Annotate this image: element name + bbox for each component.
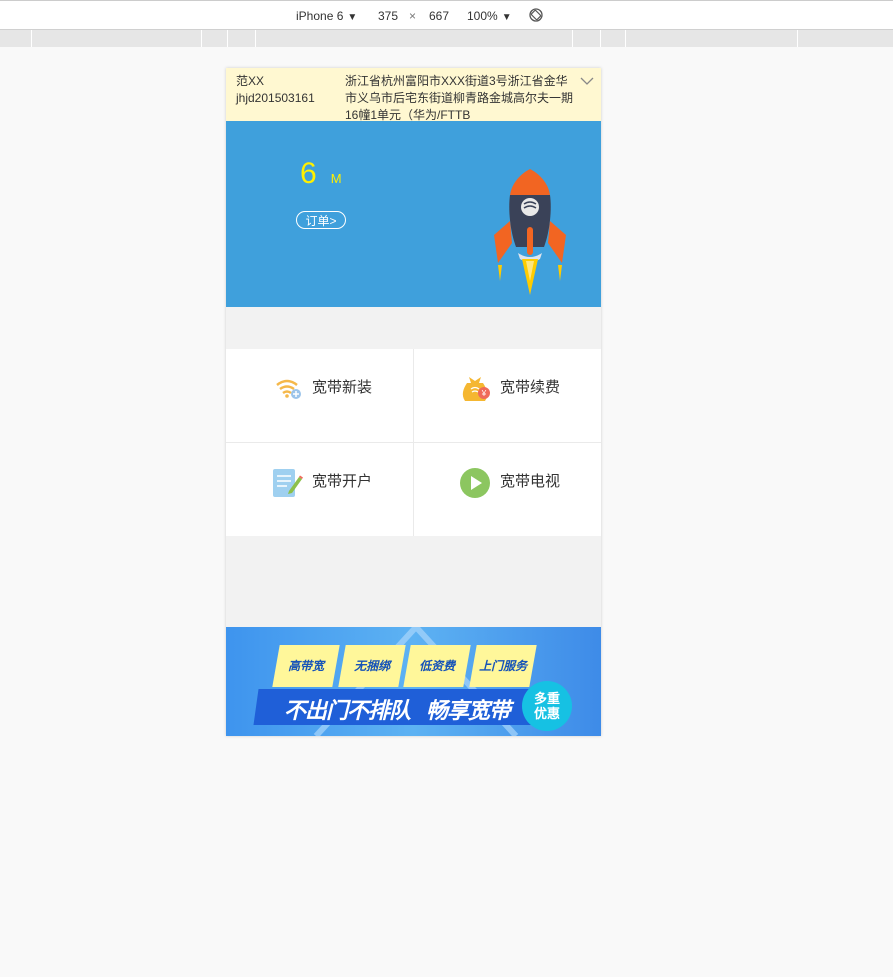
service-grid: 宽带新装 ¥ 宽带续费 宽带开户 宽带电视 [226, 349, 601, 536]
banner-slogan: 不出门不排队 [284, 698, 411, 723]
device-name: iPhone 6 [296, 9, 344, 23]
order-button[interactable]: 订单> [296, 211, 346, 229]
account-address: 浙江省杭州富阳市XXX街道3号浙江省金华市义乌市后宅东街道柳青路金城高尔夫一期1… [345, 74, 574, 122]
service-new-install[interactable]: 宽带新装 [226, 349, 413, 442]
rocket-icon [494, 169, 566, 295]
speed-value: 6 [300, 157, 317, 190]
service-label: 宽带电视 [500, 473, 561, 490]
svg-text:¥: ¥ [481, 389, 487, 398]
dimension-separator: × [409, 9, 417, 23]
service-label: 宽带开户 [312, 473, 373, 490]
device-select[interactable]: iPhone 6 ▼ [296, 8, 357, 26]
service-tv[interactable]: 宽带电视 [414, 443, 601, 536]
height-input[interactable]: 667 [429, 8, 449, 24]
banner-tag: 上门服务 [469, 645, 537, 687]
money-bag-icon: ¥ [462, 377, 490, 401]
account-id: jhjd201503161 [236, 91, 315, 105]
service-renewal[interactable]: ¥ 宽带续费 [414, 349, 601, 442]
account-info: 范XX jhjd201503161 [236, 73, 315, 107]
chevron-right-icon: > [329, 214, 337, 228]
zoom-value: 100% [467, 9, 498, 23]
account-bar[interactable]: 范XX jhjd201503161 浙江省杭州富阳市XXX街道3号浙江省金华市义… [226, 68, 601, 122]
zoom-select[interactable]: 100% ▼ [467, 8, 512, 26]
caret-down-icon: ▼ [501, 12, 512, 23]
speed-unit: M [330, 171, 342, 186]
form-edit-icon [273, 469, 303, 497]
speed-display: 6M [300, 157, 342, 191]
chevron-down-icon[interactable] [580, 76, 594, 86]
media-query-ruler [0, 30, 893, 47]
service-label: 宽带续费 [500, 379, 561, 396]
wifi-icon [276, 379, 301, 399]
service-open-account[interactable]: 宽带开户 [226, 443, 413, 536]
account-name: 范XX [236, 74, 265, 88]
order-label: 订单 [305, 214, 330, 228]
discount-badge: 多重 优惠 [522, 681, 572, 731]
banner-slogan-secondary: 畅享宽带 [426, 698, 511, 723]
banner-tag: 低资费 [403, 645, 471, 687]
service-label: 宽带新装 [312, 379, 373, 396]
badge-line: 优惠 [533, 706, 560, 721]
banner-tag: 高带宽 [272, 645, 340, 687]
banner-tag: 无捆绑 [338, 645, 406, 687]
speed-banner: 6M 订单> [226, 121, 601, 307]
promo-banner[interactable]: 高带宽 无捆绑 低资费 上门服务 不出门不排队 畅享宽带 多重 优惠 [226, 627, 601, 736]
mobile-viewport: 范XX jhjd201503161 浙江省杭州富阳市XXX街道3号浙江省金华市义… [226, 68, 601, 736]
width-input[interactable]: 375 [378, 8, 398, 24]
badge-line: 多重 [533, 691, 560, 706]
rotate-icon[interactable] [529, 8, 543, 22]
caret-down-icon: ▼ [347, 12, 358, 23]
devtools-toolbar: iPhone 6 ▼ 375 × 667 100% ▼ [0, 0, 893, 30]
play-icon [460, 468, 490, 498]
